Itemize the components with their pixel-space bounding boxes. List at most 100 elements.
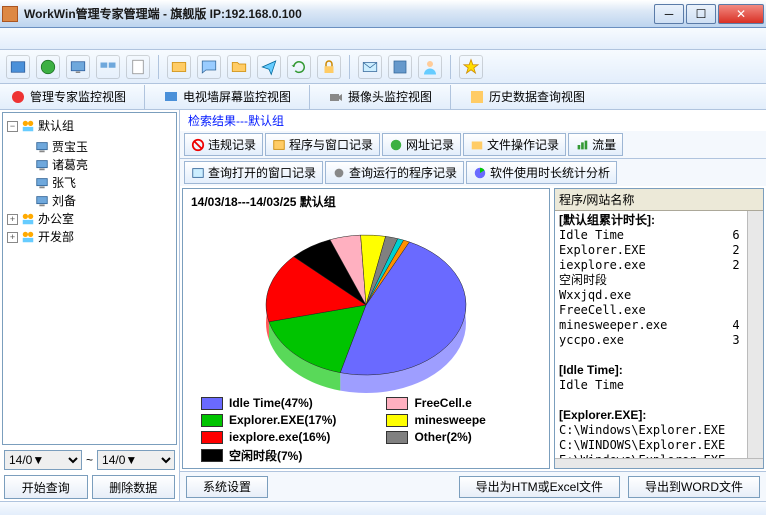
send-icon[interactable] xyxy=(257,55,281,79)
group-tree[interactable]: − 默认组 贾宝玉 诸葛亮 张飞 刘备 + 办公室 + 开发部 xyxy=(2,112,177,445)
sub-tabs: 查询打开的窗口记录 查询运行的程序记录 软件使用时长统计分析 xyxy=(180,159,766,186)
tree-user[interactable]: 张飞 xyxy=(21,174,172,192)
app-icon xyxy=(2,6,18,22)
separator xyxy=(309,85,310,109)
pc-icon xyxy=(35,176,49,190)
chart-title: 14/03/18---14/03/25 默认组 xyxy=(183,189,549,214)
expand-icon[interactable]: + xyxy=(7,232,18,243)
program-list[interactable]: [默认组累计时长]: Idle Time 6 Explorer.EXE 2 ie… xyxy=(555,211,747,458)
list-header[interactable]: 程序/网站名称 xyxy=(555,189,763,211)
view-label: 摄像头监控视图 xyxy=(348,88,432,105)
tree-user[interactable]: 贾宝玉 xyxy=(21,138,172,156)
search-result-header: 检索结果---默认组 xyxy=(180,110,766,131)
separator xyxy=(349,55,350,79)
view-camera[interactable]: 摄像头监控视图 xyxy=(324,86,436,107)
pie-chart xyxy=(256,220,476,400)
start-query-button[interactable]: 开始查询 xyxy=(4,475,88,499)
tree-user[interactable]: 刘备 xyxy=(21,192,172,210)
status-bar xyxy=(0,501,766,515)
scrollbar-vertical[interactable] xyxy=(747,211,763,458)
maximize-button[interactable]: ☐ xyxy=(686,4,716,24)
home-icon[interactable] xyxy=(6,55,30,79)
legend-item: minesweepe xyxy=(386,413,541,427)
main-toolbar xyxy=(0,50,766,84)
folder-icon xyxy=(470,138,484,152)
tab-label: 查询运行的程序记录 xyxy=(349,164,457,181)
separator xyxy=(144,85,145,109)
legend-item: FreeCell.e xyxy=(386,396,541,410)
refresh-icon[interactable] xyxy=(287,55,311,79)
bottom-bar: 系统设置 导出为HTM或Excel文件 导出到WORD文件 xyxy=(180,471,766,501)
date-separator: ~ xyxy=(86,453,93,467)
legend-item: Idle Time(47%) xyxy=(201,396,386,410)
export-htm-excel-button[interactable]: 导出为HTM或Excel文件 xyxy=(459,476,620,498)
export-word-button[interactable]: 导出到WORD文件 xyxy=(628,476,760,498)
tab-traffic[interactable]: 流量 xyxy=(568,133,623,156)
window-title: WorkWin管理专家管理端 - 旗舰版 IP:192.168.0.100 xyxy=(24,5,654,22)
screens-icon[interactable] xyxy=(96,55,120,79)
chart-legend: Idle Time(47%) Explorer.EXE(17%) iexplor… xyxy=(201,396,541,464)
window-icon xyxy=(272,138,286,152)
view-label: 管理专家监控视图 xyxy=(30,88,126,105)
tab-label: 程序与窗口记录 xyxy=(289,136,373,153)
tree-root[interactable]: − 默认组 贾宝玉 诸葛亮 张飞 刘备 xyxy=(7,117,172,210)
view-tabs: 管理专家监控视图 电视墙屏幕监控视图 摄像头监控视图 历史数据查询视图 xyxy=(0,84,766,110)
tree-label: 张飞 xyxy=(52,174,76,192)
folder-icon[interactable] xyxy=(227,55,251,79)
separator xyxy=(450,55,451,79)
tree-label: 开发部 xyxy=(38,228,74,246)
group-icon xyxy=(21,119,35,133)
expand-icon[interactable]: + xyxy=(7,214,18,225)
lock-icon[interactable] xyxy=(317,55,341,79)
date-to-select[interactable]: 14/0▼ xyxy=(97,450,175,470)
pc-icon xyxy=(35,140,49,154)
tree-label: 贾宝玉 xyxy=(52,138,88,156)
minimize-button[interactable]: ─ xyxy=(654,4,684,24)
tree-user[interactable]: 诸葛亮 xyxy=(21,156,172,174)
tree-label: 刘备 xyxy=(52,192,76,210)
pc-icon xyxy=(35,194,49,208)
doc-icon[interactable] xyxy=(126,55,150,79)
disk-icon[interactable] xyxy=(388,55,412,79)
system-settings-button[interactable]: 系统设置 xyxy=(186,476,268,498)
tab-url[interactable]: 网址记录 xyxy=(382,133,461,156)
column-header: 程序/网站名称 xyxy=(559,191,759,208)
monitor-icon[interactable] xyxy=(66,55,90,79)
search-icon xyxy=(191,166,205,180)
card-icon[interactable] xyxy=(167,55,191,79)
view-monitor[interactable]: 管理专家监控视图 xyxy=(6,86,130,107)
legend-item: Explorer.EXE(17%) xyxy=(201,413,386,427)
tab-violation[interactable]: 违规记录 xyxy=(184,133,263,156)
legend-item: Other(2%) xyxy=(386,430,541,444)
chart-icon xyxy=(575,138,589,152)
collapse-icon[interactable]: − xyxy=(7,121,18,132)
tree-label: 办公室 xyxy=(38,210,74,228)
tab-label: 软件使用时长统计分析 xyxy=(490,164,610,181)
view-label: 电视墙屏幕监控视图 xyxy=(183,88,291,105)
sidebar: − 默认组 贾宝玉 诸葛亮 张飞 刘备 + 办公室 + 开发部 14/0▼ ~ 14… xyxy=(0,110,180,501)
mail-icon[interactable] xyxy=(358,55,382,79)
tree-group[interactable]: + 开发部 xyxy=(7,228,172,246)
globe-icon[interactable] xyxy=(36,55,60,79)
group-icon xyxy=(21,230,35,244)
chat-icon[interactable] xyxy=(197,55,221,79)
date-from-select[interactable]: 14/0▼ xyxy=(4,450,82,470)
star-icon[interactable] xyxy=(459,55,483,79)
subtab-programs[interactable]: 查询运行的程序记录 xyxy=(325,161,464,184)
tab-label: 违规记录 xyxy=(208,136,256,153)
tab-file-ops[interactable]: 文件操作记录 xyxy=(463,133,566,156)
tab-label: 文件操作记录 xyxy=(487,136,559,153)
title-bar: WorkWin管理专家管理端 - 旗舰版 IP:192.168.0.100 ─ … xyxy=(0,0,766,28)
delete-data-button[interactable]: 删除数据 xyxy=(92,475,176,499)
subtab-usage-stats[interactable]: 软件使用时长统计分析 xyxy=(466,161,617,184)
view-history[interactable]: 历史数据查询视图 xyxy=(465,86,589,107)
view-wall[interactable]: 电视墙屏幕监控视图 xyxy=(159,86,295,107)
gear-icon xyxy=(332,166,346,180)
legend-item: iexplore.exe(16%) xyxy=(201,430,386,444)
subtab-windows[interactable]: 查询打开的窗口记录 xyxy=(184,161,323,184)
tab-program-window[interactable]: 程序与窗口记录 xyxy=(265,133,380,156)
tree-group[interactable]: + 办公室 xyxy=(7,210,172,228)
scrollbar-horizontal[interactable] xyxy=(555,458,763,468)
user-icon[interactable] xyxy=(418,55,442,79)
close-button[interactable]: ✕ xyxy=(718,4,764,24)
